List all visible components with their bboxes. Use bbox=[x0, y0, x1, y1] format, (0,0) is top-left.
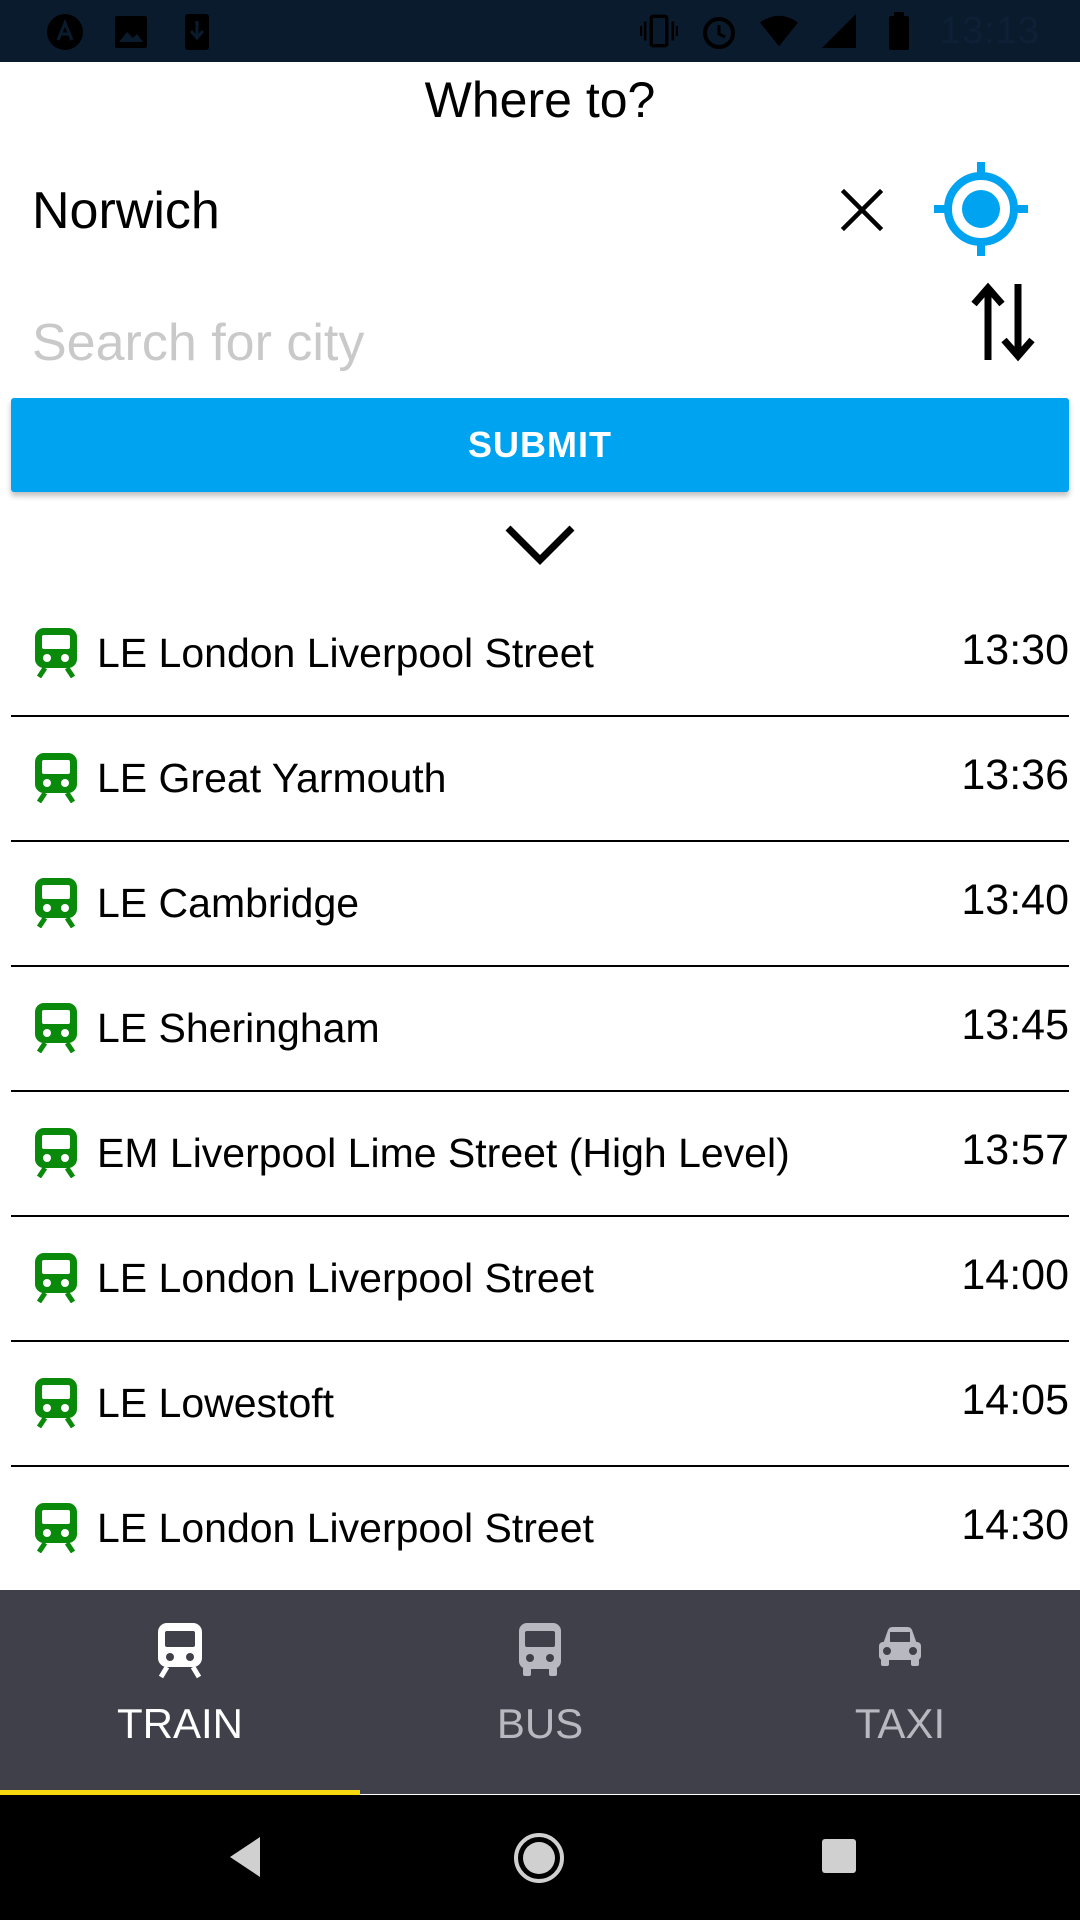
tab-train[interactable]: TRAIN bbox=[0, 1590, 360, 1794]
chevron-down-icon bbox=[505, 525, 575, 565]
departure-row[interactable]: LE Sheringham 13:45 bbox=[11, 967, 1069, 1092]
home-icon[interactable] bbox=[512, 1831, 566, 1885]
train-icon bbox=[35, 878, 77, 928]
tab-taxi-label: TAXI bbox=[854, 1700, 946, 1747]
train-icon bbox=[35, 1503, 77, 1553]
train-icon bbox=[35, 1128, 77, 1178]
status-bar-right: 13:13 bbox=[639, 8, 1040, 54]
swap-locations-button[interactable] bbox=[966, 280, 1042, 364]
departure-row[interactable]: LE Great Yarmouth 13:36 bbox=[11, 717, 1069, 842]
tab-taxi[interactable]: TAXI bbox=[720, 1590, 1080, 1794]
page-title: Where to? bbox=[424, 72, 656, 128]
departure-time: 13:40 bbox=[961, 876, 1069, 924]
swap-vertical-icon bbox=[971, 282, 1035, 362]
battery-icon bbox=[880, 12, 918, 50]
departure-row[interactable]: EM Liverpool Lime Street (High Level) 13:… bbox=[11, 1092, 1069, 1217]
download-icon bbox=[178, 13, 216, 51]
submit-button[interactable]: SUBMIT bbox=[11, 398, 1069, 492]
status-time: 13:13 bbox=[939, 9, 1040, 52]
system-nav-bar bbox=[0, 1795, 1080, 1920]
departure-time: 13:45 bbox=[961, 1001, 1069, 1049]
train-icon bbox=[35, 1003, 77, 1053]
tab-train-label: TRAIN bbox=[117, 1700, 243, 1747]
crosshair-location-icon bbox=[934, 162, 1028, 256]
image-icon bbox=[112, 13, 150, 51]
departure-row[interactable]: LE Lowestoft 14:05 bbox=[11, 1342, 1069, 1467]
wifi-icon bbox=[759, 12, 798, 50]
alarm-icon bbox=[700, 12, 738, 50]
back-icon[interactable] bbox=[220, 1831, 272, 1883]
origin-input[interactable] bbox=[32, 176, 792, 246]
collapse-toggle-button[interactable] bbox=[502, 520, 578, 570]
train-icon bbox=[35, 628, 77, 678]
train-icon bbox=[35, 1378, 77, 1428]
close-icon bbox=[840, 188, 884, 232]
departure-destination: LE Sheringham bbox=[97, 1005, 380, 1051]
departure-destination: LE London Liverpool Street bbox=[97, 630, 594, 676]
departure-time: 14:00 bbox=[961, 1251, 1069, 1299]
departure-time: 13:30 bbox=[961, 626, 1069, 674]
app-a-icon bbox=[46, 13, 84, 51]
departure-time: 14:05 bbox=[961, 1376, 1069, 1424]
recent-apps-icon[interactable] bbox=[820, 1837, 858, 1875]
departure-destination: LE Great Yarmouth bbox=[97, 755, 447, 801]
bottom-tab-bar: TRAIN BUS TAXI bbox=[0, 1590, 1080, 1794]
train-icon bbox=[158, 1623, 202, 1679]
train-icon bbox=[35, 753, 77, 803]
departure-destination: LE Lowestoft bbox=[97, 1380, 335, 1426]
car-icon bbox=[879, 1627, 921, 1666]
tab-bus[interactable]: BUS bbox=[360, 1590, 720, 1794]
departure-row[interactable]: LE London Liverpool Street 13:30 bbox=[11, 592, 1069, 717]
departure-destination: LE London Liverpool Street bbox=[97, 1255, 594, 1301]
use-location-button[interactable] bbox=[928, 156, 1034, 262]
departure-row[interactable]: LE London Liverpool Street 14:30 bbox=[11, 1467, 1069, 1592]
departure-destination: EM Liverpool Lime Street (High Level) bbox=[97, 1130, 790, 1176]
clear-origin-button[interactable] bbox=[832, 180, 892, 240]
destination-search-input[interactable] bbox=[32, 308, 932, 378]
departure-time: 13:57 bbox=[961, 1126, 1069, 1174]
bus-icon bbox=[519, 1623, 561, 1676]
departure-row[interactable]: LE Cambridge 13:40 bbox=[11, 842, 1069, 967]
status-bar-left bbox=[46, 12, 216, 52]
departure-row[interactable]: LE London Liverpool Street 14:00 bbox=[11, 1217, 1069, 1342]
train-icon bbox=[35, 1253, 77, 1303]
departure-destination: LE London Liverpool Street bbox=[97, 1505, 594, 1551]
signal-icon bbox=[820, 12, 858, 50]
vibrate-icon bbox=[639, 12, 678, 50]
tab-bus-label: BUS bbox=[496, 1700, 584, 1747]
departure-destination: LE Cambridge bbox=[97, 880, 360, 926]
departure-time: 14:30 bbox=[961, 1501, 1069, 1549]
departures-list: LE London Liverpool Street 13:30 LE Great … bbox=[11, 592, 1069, 1592]
status-bar: 13:13 bbox=[0, 0, 1080, 62]
departure-time: 13:36 bbox=[961, 751, 1069, 799]
